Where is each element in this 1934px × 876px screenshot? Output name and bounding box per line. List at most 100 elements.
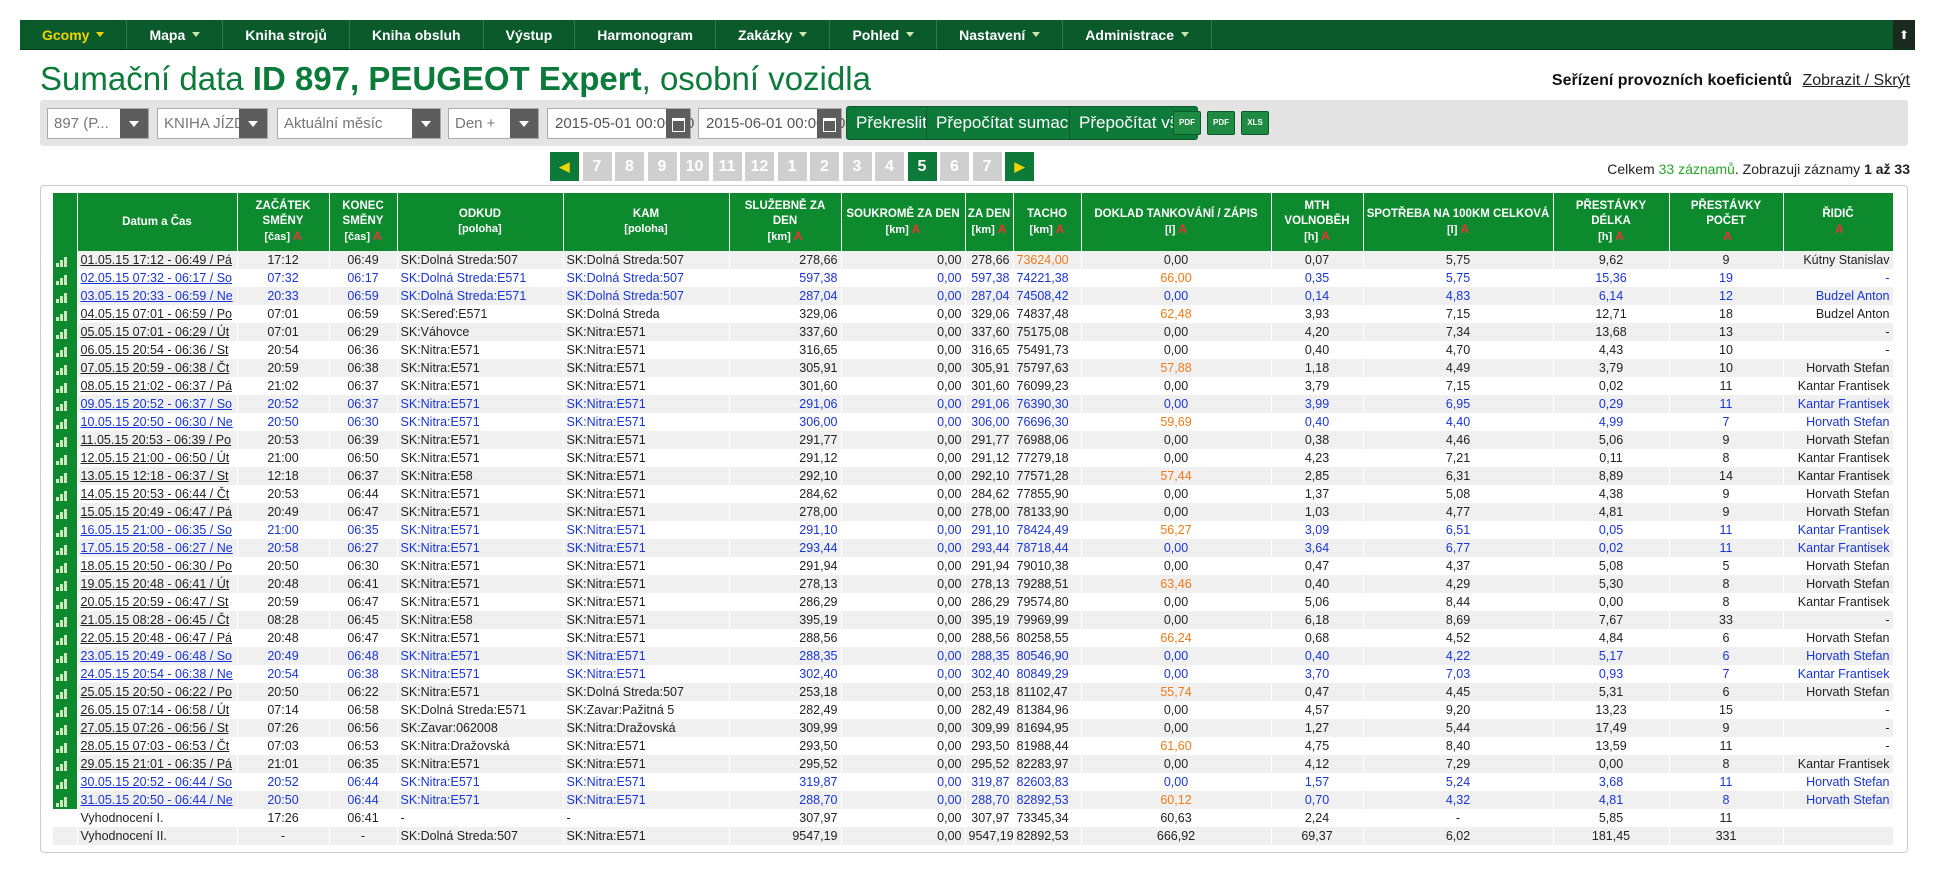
nav-item-výstup[interactable]: Výstup bbox=[484, 20, 576, 49]
table-row[interactable]: 05.05.15 07:01 - 06:29 / Út 07:01 06:29 SK:… bbox=[53, 323, 1894, 341]
chart-icon[interactable] bbox=[53, 665, 78, 683]
table-row[interactable]: 04.05.15 07:01 - 06:59 / Po 07:01 06:59 SK:… bbox=[53, 305, 1894, 323]
period-select[interactable]: Aktuální měsíc bbox=[277, 108, 441, 139]
date-cell[interactable]: 19.05.15 20:48 - 06:41 / Út bbox=[77, 575, 238, 593]
date-link[interactable]: 23.05.15 20:49 - 06:48 / So bbox=[81, 649, 233, 663]
page-button[interactable]: 10 bbox=[680, 152, 709, 181]
page-button[interactable]: 6 bbox=[940, 152, 969, 181]
column-header[interactable]: SLUŽEBNĚ ZA DEN [km] A bbox=[729, 193, 842, 251]
date-cell[interactable]: 15.05.15 20:49 - 06:47 / Pá bbox=[77, 503, 238, 521]
page-button[interactable]: 1 bbox=[777, 152, 807, 181]
nav-item-administrace[interactable]: Administrace bbox=[1063, 20, 1212, 49]
sort-icon[interactable]: A bbox=[1056, 222, 1065, 236]
chart-icon[interactable] bbox=[53, 701, 78, 719]
export-xls-icon[interactable]: XLS bbox=[1241, 111, 1269, 135]
chart-icon[interactable] bbox=[53, 251, 78, 269]
scroll-top-icon[interactable]: ⬆ bbox=[1893, 20, 1915, 49]
next-page-button[interactable]: ▶ bbox=[1005, 152, 1034, 181]
chart-icon[interactable] bbox=[53, 647, 78, 665]
date-cell[interactable]: 08.05.15 21:02 - 06:37 / Pá bbox=[77, 377, 238, 395]
chart-icon[interactable] bbox=[53, 593, 78, 611]
date-cell[interactable]: 07.05.15 20:59 - 06:38 / Čt bbox=[77, 359, 238, 377]
page-button[interactable]: 12 bbox=[745, 152, 774, 181]
date-link[interactable]: 26.05.15 07:14 - 06:58 / Út bbox=[81, 703, 230, 717]
date-link[interactable]: 20.05.15 20:59 - 06:47 / St bbox=[81, 595, 229, 609]
page-button[interactable]: 7 bbox=[972, 152, 1002, 181]
date-link[interactable]: 10.05.15 20:50 - 06:30 / Ne bbox=[81, 415, 233, 429]
chart-icon[interactable] bbox=[53, 773, 78, 791]
column-header[interactable]: ZA DEN [km] A bbox=[965, 193, 1014, 251]
table-row[interactable]: 15.05.15 20:49 - 06:47 / Pá 20:49 06:47 SK:… bbox=[53, 503, 1894, 521]
table-row[interactable]: 16.05.15 21:00 - 06:35 / So 21:00 06:35 SK:… bbox=[53, 521, 1894, 539]
date-cell[interactable]: 02.05.15 07:32 - 06:17 / So bbox=[77, 269, 238, 287]
chart-icon[interactable] bbox=[53, 539, 78, 557]
nav-item-kniha-strojů[interactable]: Kniha strojů bbox=[223, 20, 350, 49]
page-button[interactable]: 8 bbox=[615, 152, 644, 181]
date-cell[interactable]: 09.05.15 20:52 - 06:37 / So bbox=[77, 395, 238, 413]
date-cell[interactable]: 11.05.15 20:53 - 06:39 / Po bbox=[77, 431, 238, 449]
chart-icon[interactable] bbox=[53, 755, 78, 773]
date-cell[interactable]: 01.05.15 17:12 - 06:49 / Pá bbox=[77, 251, 238, 269]
column-header[interactable]: PŘESTÁVKY DÉLKA [h] A bbox=[1553, 193, 1670, 251]
date-cell[interactable]: 16.05.15 21:00 - 06:35 / So bbox=[77, 521, 238, 539]
table-row[interactable]: 25.05.15 20:50 - 06:22 / Po 20:50 06:22 SK:… bbox=[53, 683, 1894, 701]
table-row[interactable]: 14.05.15 20:53 - 06:44 / Čt 20:53 06:44 SK:… bbox=[53, 485, 1894, 503]
date-link[interactable]: 01.05.15 17:12 - 06:49 / Pá bbox=[81, 253, 233, 267]
date-link[interactable]: 31.05.15 20:50 - 06:44 / Ne bbox=[81, 793, 233, 807]
table-row[interactable]: 28.05.15 07:03 - 06:53 / Čt 07:03 06:53 SK:… bbox=[53, 737, 1894, 755]
previous-page-button[interactable]: ◀ bbox=[550, 152, 579, 181]
nav-item-pohled[interactable]: Pohled bbox=[830, 20, 938, 49]
sort-icon[interactable]: A bbox=[1723, 229, 1732, 243]
date-link[interactable]: 05.05.15 07:01 - 06:29 / Út bbox=[81, 325, 230, 339]
vehicle-select[interactable]: 897 (P... bbox=[47, 108, 149, 139]
date-link[interactable]: 28.05.15 07:03 - 06:53 / Čt bbox=[81, 739, 230, 753]
sort-icon[interactable]: A bbox=[293, 229, 302, 243]
chart-icon[interactable] bbox=[53, 629, 78, 647]
table-row[interactable]: 06.05.15 20:54 - 06:36 / St 20:54 06:36 SK:… bbox=[53, 341, 1894, 359]
column-header[interactable]: DOKLAD TANKOVÁNÍ / ZÁPIS [l] A bbox=[1081, 193, 1272, 251]
date-link[interactable]: 16.05.15 21:00 - 06:35 / So bbox=[81, 523, 233, 537]
calendar-icon[interactable] bbox=[817, 109, 841, 138]
column-header[interactable]: PŘESTÁVKY POČET A bbox=[1669, 193, 1784, 251]
sort-icon[interactable]: A bbox=[794, 229, 803, 243]
chart-icon[interactable] bbox=[53, 683, 78, 701]
page-button[interactable]: 4 bbox=[875, 152, 904, 181]
chart-icon[interactable] bbox=[53, 503, 78, 521]
page-button[interactable]: 9 bbox=[647, 152, 677, 181]
table-row[interactable]: 22.05.15 20:48 - 06:47 / Pá 20:48 06:47 SK:… bbox=[53, 629, 1894, 647]
date-link[interactable]: 14.05.15 20:53 - 06:44 / Čt bbox=[81, 487, 230, 501]
chart-icon[interactable] bbox=[53, 269, 78, 287]
table-row[interactable]: 23.05.15 20:49 - 06:48 / So 20:49 06:48 SK:… bbox=[53, 647, 1894, 665]
table-row[interactable]: 13.05.15 12:18 - 06:37 / St 12:18 06:37 SK:… bbox=[53, 467, 1894, 485]
date-link[interactable]: 12.05.15 21:00 - 06:50 / Út bbox=[81, 451, 230, 465]
chart-icon[interactable] bbox=[53, 791, 78, 809]
date-cell[interactable]: 18.05.15 20:50 - 06:30 / Po bbox=[77, 557, 238, 575]
date-cell[interactable]: 14.05.15 20:53 - 06:44 / Čt bbox=[77, 485, 238, 503]
date-link[interactable]: 19.05.15 20:48 - 06:41 / Út bbox=[81, 577, 230, 591]
date-link[interactable]: 15.05.15 20:49 - 06:47 / Pá bbox=[81, 505, 233, 519]
date-link[interactable]: 21.05.15 08:28 - 06:45 / Čt bbox=[81, 613, 230, 627]
page-button[interactable]: 3 bbox=[842, 152, 872, 181]
date-cell[interactable]: 22.05.15 20:48 - 06:47 / Pá bbox=[77, 629, 238, 647]
chart-icon[interactable] bbox=[53, 557, 78, 575]
sort-icon[interactable]: A bbox=[1321, 229, 1330, 243]
chevron-down-icon[interactable] bbox=[239, 109, 267, 138]
table-row[interactable]: 01.05.15 17:12 - 06:49 / Pá 17:12 06:49 SK:… bbox=[53, 251, 1894, 269]
sort-icon[interactable]: A bbox=[1178, 222, 1187, 236]
table-row[interactable]: 10.05.15 20:50 - 06:30 / Ne 20:50 06:30 SK:… bbox=[53, 413, 1894, 431]
date-cell[interactable]: 31.05.15 20:50 - 06:44 / Ne bbox=[77, 791, 238, 809]
book-select[interactable]: KNIHA JÍZD bbox=[157, 108, 268, 139]
date-link[interactable]: 22.05.15 20:48 - 06:47 / Pá bbox=[81, 631, 233, 645]
column-header[interactable]: TACHO [km] A bbox=[1013, 193, 1082, 251]
chevron-down-icon[interactable] bbox=[412, 109, 440, 138]
date-link[interactable]: 24.05.15 20:54 - 06:38 / Ne bbox=[81, 667, 233, 681]
chevron-down-icon[interactable] bbox=[120, 109, 148, 138]
date-link[interactable]: 18.05.15 20:50 - 06:30 / Po bbox=[81, 559, 233, 573]
date-to-input[interactable]: 2015-06-01 00:00:00 bbox=[698, 108, 845, 139]
page-button[interactable]: 2 bbox=[810, 152, 839, 181]
date-cell[interactable]: 29.05.15 21:01 - 06:35 / Pá bbox=[77, 755, 238, 773]
date-link[interactable]: 30.05.15 20:52 - 06:44 / So bbox=[81, 775, 233, 789]
nav-item-kniha-obsluh[interactable]: Kniha obsluh bbox=[350, 20, 484, 49]
date-cell[interactable]: 17.05.15 20:58 - 06:27 / Ne bbox=[77, 539, 238, 557]
date-cell[interactable]: 28.05.15 07:03 - 06:53 / Čt bbox=[77, 737, 238, 755]
